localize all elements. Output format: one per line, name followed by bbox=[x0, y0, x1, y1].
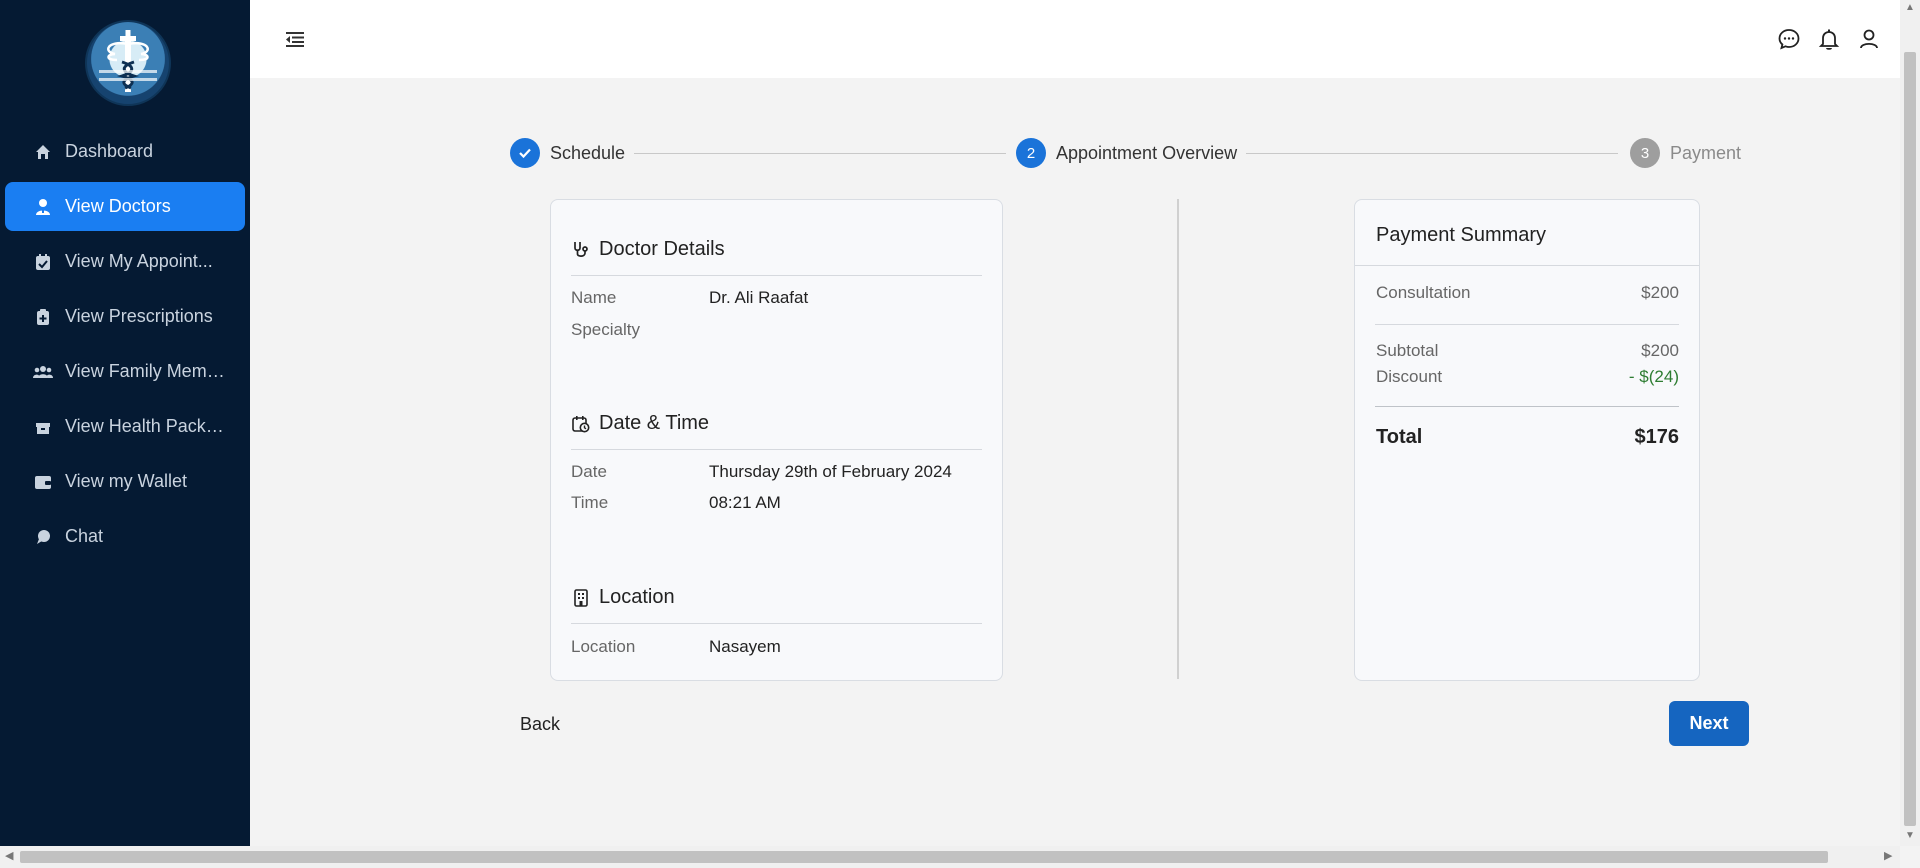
sidebar-item-chat[interactable]: Chat bbox=[5, 512, 245, 561]
scroll-up-arrow-icon[interactable]: ▲ bbox=[1900, 2, 1920, 13]
divider bbox=[1355, 265, 1699, 266]
users-icon bbox=[33, 362, 53, 382]
subtotal-value: $200 bbox=[1641, 341, 1679, 360]
scroll-left-arrow-icon[interactable]: ◀ bbox=[5, 849, 13, 862]
calendar-clock-icon bbox=[572, 415, 590, 432]
discount-label: Discount bbox=[1376, 367, 1443, 386]
divider bbox=[1375, 324, 1679, 325]
divider bbox=[571, 623, 982, 624]
location-heading: Location bbox=[571, 586, 675, 609]
specialty-label: Specialty bbox=[571, 320, 640, 339]
payment-summary-card: Payment Summary Consultation $200 Subtot… bbox=[1354, 199, 1700, 681]
divider bbox=[1375, 406, 1679, 407]
stepper: Schedule 2 Appointment Overview 3 Paymen… bbox=[510, 138, 1741, 168]
doctor-name-value: Dr. Ali Raafat bbox=[709, 288, 809, 307]
scroll-right-arrow-icon[interactable]: ▶ bbox=[1884, 849, 1892, 862]
sidebar-item-dashboard[interactable]: Dashboard bbox=[5, 127, 245, 176]
step-connector bbox=[634, 153, 1006, 154]
vertical-divider bbox=[1177, 199, 1179, 679]
step-appointment-overview[interactable]: 2 Appointment Overview bbox=[1016, 138, 1237, 168]
sidebar-item-prescriptions[interactable]: View Prescriptions bbox=[5, 292, 245, 341]
check-icon bbox=[510, 138, 540, 168]
step-payment[interactable]: 3 Payment bbox=[1630, 138, 1741, 168]
step-label: Appointment Overview bbox=[1056, 142, 1238, 163]
location-value: Nasayem bbox=[709, 637, 781, 656]
building-icon bbox=[574, 588, 588, 607]
doctor-icon bbox=[33, 197, 53, 217]
discount-value: - $(24) bbox=[1628, 367, 1679, 386]
step-schedule[interactable]: Schedule bbox=[510, 138, 625, 168]
step-label: Schedule bbox=[550, 142, 626, 163]
chat-bubble-icon bbox=[33, 527, 53, 547]
location-label: Location bbox=[571, 637, 636, 656]
bell-icon[interactable] bbox=[1816, 26, 1842, 52]
sidebar-item-label: View Family Memb... bbox=[65, 361, 225, 381]
vertical-scroll-thumb[interactable] bbox=[1904, 52, 1916, 826]
date-value: Thursday 29th of February 2024 bbox=[709, 462, 952, 481]
doctor-details-heading: Doctor Details bbox=[571, 238, 725, 261]
sidebar-item-label: View Doctors bbox=[65, 196, 171, 216]
message-icon[interactable] bbox=[1776, 26, 1802, 52]
scroll-down-arrow-icon[interactable]: ▼ bbox=[1900, 830, 1920, 841]
sidebar-item-appointments[interactable]: View My Appoint... bbox=[5, 237, 245, 286]
top-icons bbox=[1776, 26, 1882, 52]
time-value: 08:21 AM bbox=[709, 493, 781, 512]
divider bbox=[571, 275, 982, 276]
back-button[interactable]: Back bbox=[510, 706, 570, 742]
wallet-icon bbox=[33, 472, 53, 492]
caduceus-logo[interactable] bbox=[85, 20, 171, 106]
sidebar-item-label: View my Wallet bbox=[65, 471, 188, 491]
horizontal-scrollbar[interactable]: ◀ ▶ bbox=[0, 846, 1900, 868]
next-button[interactable]: Next bbox=[1669, 701, 1749, 746]
stethoscope-icon bbox=[574, 241, 588, 257]
sidebar-nav: Dashboard View Doctors View My Appoint..… bbox=[0, 127, 250, 567]
sidebar-item-label: View My Appoint... bbox=[65, 251, 213, 271]
name-label: Name bbox=[571, 288, 617, 307]
prescription-icon bbox=[33, 307, 53, 327]
sidebar-item-wallet[interactable]: View my Wallet bbox=[5, 457, 245, 506]
user-icon[interactable] bbox=[1856, 26, 1882, 52]
sidebar-item-label: View Health Packa... bbox=[65, 416, 225, 436]
calendar-check-icon bbox=[33, 252, 53, 272]
sidebar-item-label: Chat bbox=[65, 526, 104, 546]
subtotal-label: Subtotal bbox=[1376, 341, 1439, 360]
doctor-details-title: Doctor Details bbox=[599, 238, 725, 260]
consultation-label: Consultation bbox=[1376, 283, 1471, 302]
step-number: 2 bbox=[1016, 138, 1046, 168]
sidebar-item-view-doctors[interactable]: View Doctors bbox=[5, 182, 245, 231]
time-label: Time bbox=[571, 493, 609, 512]
home-icon bbox=[33, 142, 53, 162]
sidebar: Dashboard View Doctors View My Appoint..… bbox=[0, 0, 250, 846]
payment-summary-title: Payment Summary bbox=[1376, 224, 1547, 246]
date-label: Date bbox=[571, 462, 607, 481]
horizontal-scroll-thumb[interactable] bbox=[20, 851, 1828, 863]
box-icon bbox=[33, 417, 53, 437]
appointment-details-card: Doctor Details Name Dr. Ali Raafat Speci… bbox=[550, 199, 1003, 681]
date-time-heading: Date & Time bbox=[571, 412, 709, 435]
sidebar-item-label: Dashboard bbox=[65, 141, 154, 161]
sidebar-item-family-members[interactable]: View Family Memb... bbox=[5, 347, 245, 396]
sidebar-item-label: View Prescriptions bbox=[65, 306, 213, 326]
menu-toggle-icon[interactable] bbox=[284, 28, 306, 50]
step-number: 3 bbox=[1630, 138, 1660, 168]
divider bbox=[571, 449, 982, 450]
date-time-title: Date & Time bbox=[599, 412, 710, 434]
step-label: Payment bbox=[1670, 142, 1742, 163]
step-connector bbox=[1246, 153, 1618, 154]
location-title: Location bbox=[599, 586, 675, 608]
vertical-scrollbar[interactable]: ▲ ▼ bbox=[1900, 0, 1920, 846]
total-label: Total bbox=[1376, 426, 1423, 448]
sidebar-item-health-packages[interactable]: View Health Packa... bbox=[5, 402, 245, 451]
total-value: $176 bbox=[1634, 426, 1680, 448]
consultation-value: $200 bbox=[1641, 283, 1679, 302]
top-bar bbox=[250, 0, 1900, 78]
